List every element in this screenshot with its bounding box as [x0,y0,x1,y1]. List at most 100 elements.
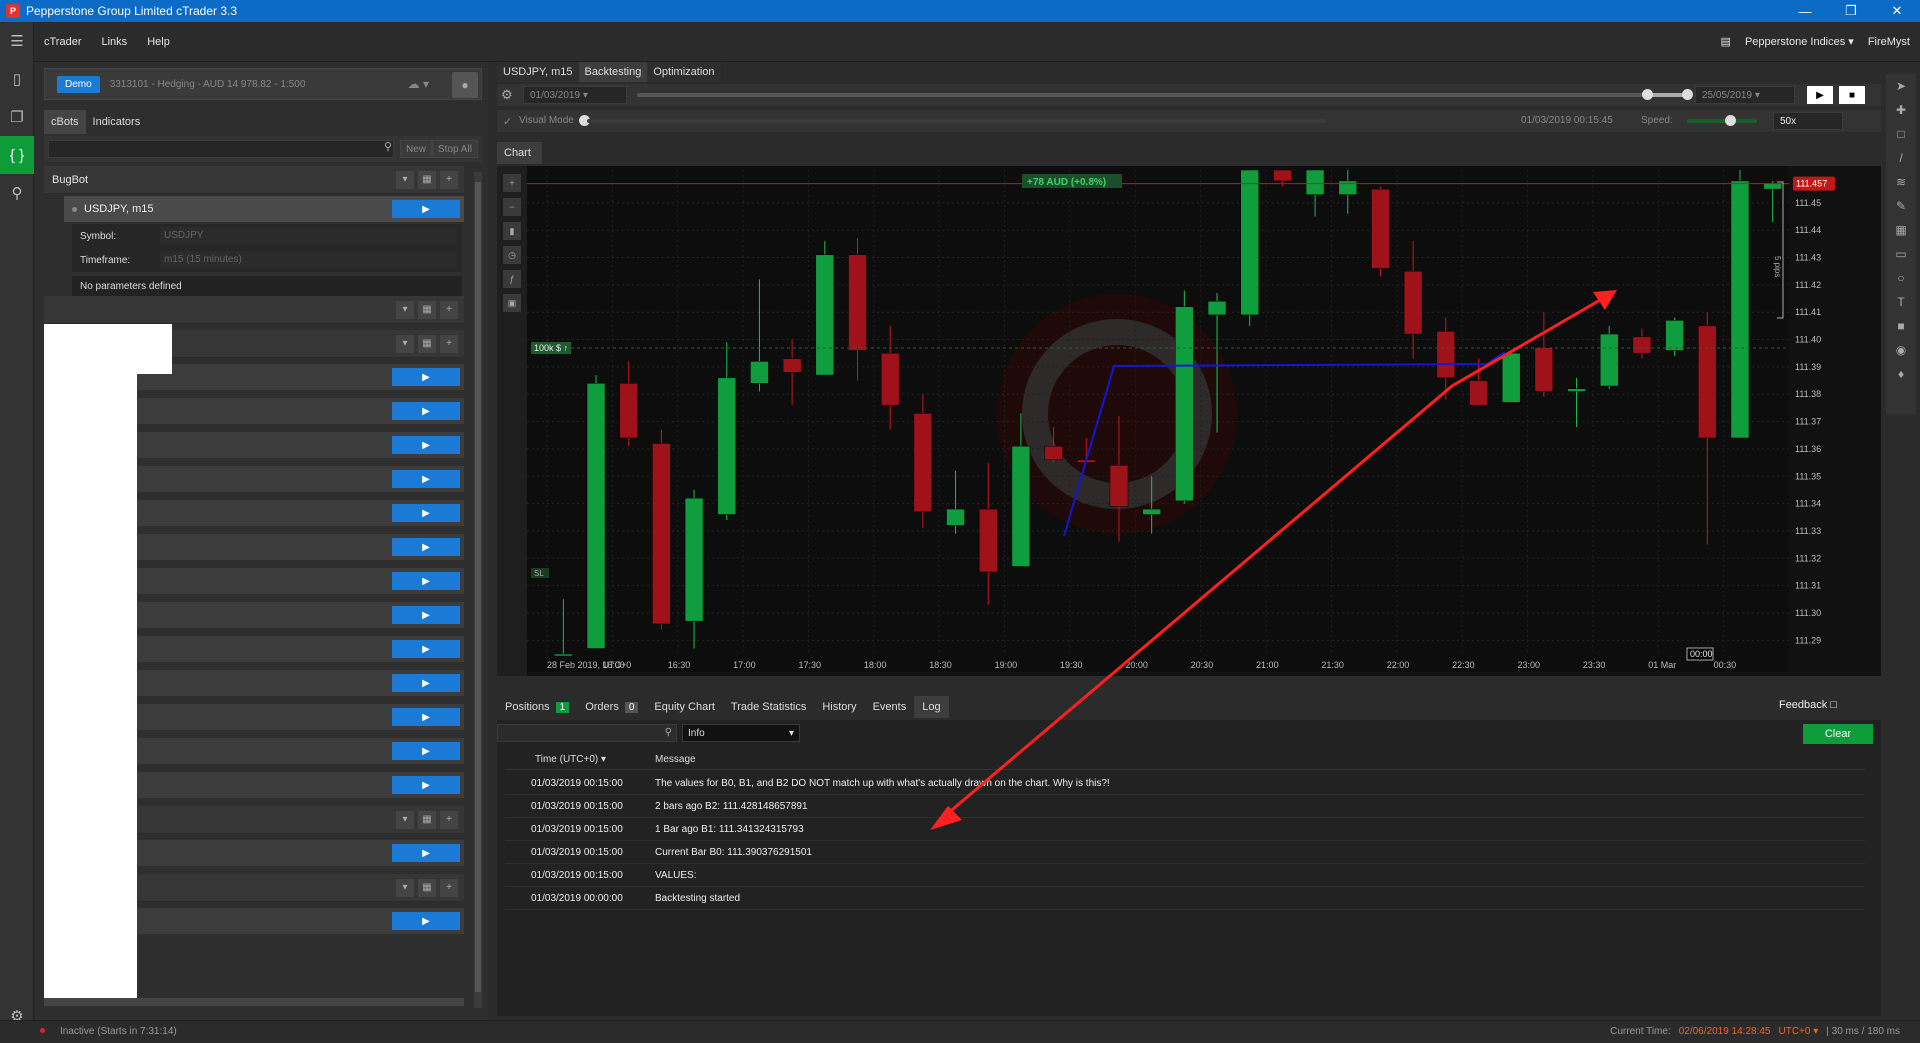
log-row[interactable]: 01/03/2019 00:15:00 Current Bar B0: 111.3… [505,841,1865,864]
log-level-select[interactable]: Info ▾ [682,724,800,742]
play-button[interactable]: ▶ [392,708,460,726]
add-instance-icon[interactable]: + [440,810,458,829]
cbots-search-input[interactable] [48,140,394,158]
tab-trade-statistics[interactable]: Trade Statistics [723,696,814,718]
play-button[interactable]: ▶ [392,674,460,692]
start-date-input[interactable]: 01/03/2019 ▾ [523,86,627,104]
clear-button[interactable]: Clear [1803,724,1873,744]
log-search-input[interactable]: ⚲ [497,724,677,742]
play-button[interactable]: ▶ [392,640,460,658]
progress-track[interactable] [587,119,1327,123]
param-value[interactable]: USDJPY [160,227,456,245]
color-icon[interactable]: ■ [1886,314,1916,338]
play-backtest-button[interactable]: ▶ [1807,86,1833,104]
trade-icon[interactable]: ▯ [0,60,34,98]
zoom-tool-icon[interactable]: □ [1886,122,1916,146]
speed-handle[interactable] [1725,115,1736,126]
copy-icon[interactable]: ❐ [0,98,34,136]
expand-icon[interactable]: ▾ [396,300,414,319]
build-icon[interactable]: ▦ [418,334,436,353]
play-button[interactable]: ▶ [392,776,460,794]
log-row[interactable]: 01/03/2019 00:15:00 VALUES: [505,864,1865,887]
tab-events[interactable]: Events [865,696,915,718]
play-button[interactable]: ▶ [392,572,460,590]
expand-icon[interactable]: ▾ [396,810,414,829]
minimize-icon[interactable]: — [1782,0,1828,22]
timezone-select[interactable]: UTC+0 ▾ [1778,1026,1818,1037]
maximize-icon[interactable]: ❐ [1828,0,1874,22]
account-selector[interactable]: Demo 3313101 - Hedging - AUD 14 978.82 -… [44,68,482,100]
play-button[interactable]: ▶ [392,368,460,386]
user-name[interactable]: FireMyst [1868,36,1910,48]
menu-help[interactable]: Help [137,36,180,48]
timeframe-icon[interactable]: ◷ [503,246,521,264]
play-button[interactable]: ▶ [392,606,460,624]
log-row[interactable]: 01/03/2019 00:15:00 The values for B0, B1… [505,772,1865,795]
chart-area[interactable]: + − ▮ ◷ ƒ ▣ 111.45 111.44 111.43 111.42 111.… [497,166,1881,676]
play-button[interactable]: ▶ [392,742,460,760]
speed-select[interactable]: 50x [1773,112,1843,130]
period-slider[interactable] [637,93,1687,97]
grid-icon[interactable]: ▦ [1886,218,1916,242]
play-button[interactable]: ▶ [392,504,460,522]
stop-all-button[interactable]: Stop All [432,140,478,158]
crosshair-icon[interactable]: ✚ [1886,98,1916,122]
search-icon[interactable]: ⚲ [384,140,392,153]
add-instance-icon[interactable]: + [440,300,458,319]
tab-orders[interactable]: Orders 0 [577,696,646,718]
layout-icon[interactable]: ▤ [1721,35,1731,48]
snapshot-icon[interactable]: ▣ [503,294,521,312]
play-button[interactable]: ▶ [392,200,460,218]
zoom-out-icon[interactable]: − [503,198,521,216]
expand-icon[interactable]: ▾ [396,878,414,897]
add-instance-icon[interactable]: + [440,878,458,897]
end-date-input[interactable]: 25/05/2019 ▾ [1695,86,1795,104]
pen-icon[interactable]: ✎ [1886,194,1916,218]
backtest-settings-gear-icon[interactable]: ⚙ [501,87,513,103]
rectangle-icon[interactable]: ▭ [1886,242,1916,266]
pointer-icon[interactable]: ➤ [1886,74,1916,98]
log-row[interactable]: 01/03/2019 00:15:00 2 bars ago B2: 111.42… [505,795,1865,818]
hamburger-menu-icon[interactable]: ☰ [0,22,34,60]
close-icon[interactable]: ✕ [1874,0,1920,22]
play-button[interactable]: ▶ [392,912,460,930]
feedback-button[interactable]: Feedback □ [1779,699,1837,711]
cbot-group-bugbot[interactable]: BugBot ▾ ▦ + [44,166,464,194]
cbot-group[interactable]: ▾ ▦ + [44,296,464,324]
eye-icon[interactable]: ◉ [1886,338,1916,362]
tab-symbol[interactable]: USDJPY, m15 [497,62,579,82]
build-icon[interactable]: ▦ [418,878,436,897]
param-value[interactable]: m15 (15 minutes) [160,251,456,269]
tab-indicators[interactable]: Indicators [85,110,148,134]
play-button[interactable]: ▶ [392,844,460,862]
speed-slider[interactable] [1687,119,1757,123]
tab-history[interactable]: History [814,696,864,718]
tab-cbots[interactable]: cBots [44,110,86,134]
log-row[interactable]: 01/03/2019 00:00:00 Backtesting started [505,887,1865,910]
add-instance-icon[interactable]: + [440,334,458,353]
menu-ctrader[interactable]: cTrader [34,36,92,48]
log-row[interactable]: 01/03/2019 00:15:00 1 Bar ago B1: 111.341… [505,818,1865,841]
new-button[interactable]: New [400,140,433,158]
col-time[interactable]: Time (UTC+0) ▾ [535,754,606,765]
fibonacci-icon[interactable]: ≋ [1886,170,1916,194]
automate-icon[interactable]: { } [0,136,34,174]
avatar[interactable]: ● [452,72,478,98]
add-instance-icon[interactable]: + [440,170,458,189]
expand-icon[interactable]: ▾ [396,170,414,189]
col-message[interactable]: Message [655,754,696,765]
play-button[interactable]: ▶ [392,470,460,488]
tab-backtesting[interactable]: Backtesting [578,62,648,82]
chart-type-icon[interactable]: ▮ [503,222,521,240]
cbot-list-hscrollbar[interactable] [44,998,464,1006]
circle-icon[interactable]: ○ [1886,266,1916,290]
trendline-icon[interactable]: / [1886,146,1916,170]
build-icon[interactable]: ▦ [418,810,436,829]
zoom-in-icon[interactable]: + [503,174,521,192]
indicator-icon[interactable]: ƒ [503,270,521,288]
tab-log[interactable]: Log [914,696,949,718]
build-icon[interactable]: ▦ [418,170,436,189]
cbot-instance[interactable]: USDJPY, m15 ▶ [64,196,464,222]
build-icon[interactable]: ▦ [418,300,436,319]
stop-backtest-button[interactable]: ■ [1839,86,1865,104]
